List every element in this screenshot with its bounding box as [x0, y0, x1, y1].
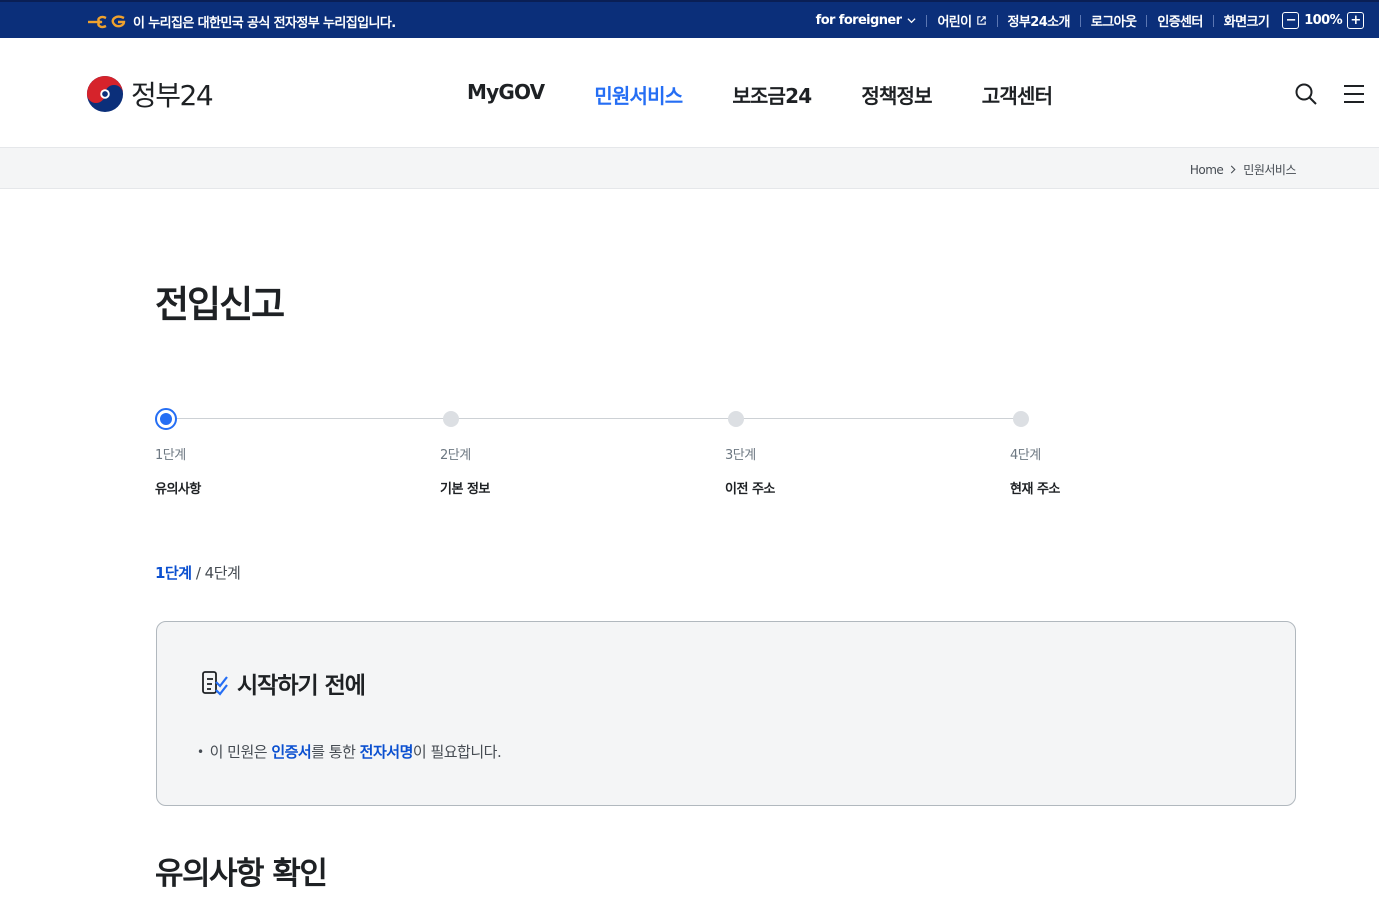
breadcrumb-current[interactable]: 민원서비스 — [1243, 161, 1296, 178]
step-name: 현재 주소 — [1010, 482, 1060, 497]
breadcrumb-bar: Home 민원서비스 — [0, 148, 1379, 189]
notice-item: • 이 민원은 인증서 를 통한 전자서명 이 필요합니다. — [197, 741, 502, 762]
divider — [926, 14, 928, 27]
breadcrumb: Home 민원서비스 — [1190, 161, 1297, 178]
step-number: 1단계 — [155, 448, 186, 463]
checklist-icon — [202, 671, 228, 696]
notice-text: 이 필요합니다. — [412, 743, 502, 761]
notice-text: 를 통한 — [311, 743, 360, 761]
for-foreigner-label: for foreigner — [815, 13, 902, 28]
main-nav: MyGOV 민원서비스 보조금24 정책정보 고객센터 — [467, 80, 1102, 109]
step-counter: 1단계 / 4단계 — [155, 562, 241, 583]
step-counter-separator: / — [195, 564, 201, 582]
external-link-icon — [976, 16, 986, 25]
screen-size-label: 화면크기 — [1223, 15, 1270, 30]
step-progress-line — [166, 418, 1019, 419]
step-dot — [1013, 411, 1029, 427]
step-number: 4단계 — [1010, 448, 1041, 463]
logout-link[interactable]: 로그아웃 — [1091, 11, 1137, 30]
bullet: • — [197, 744, 204, 759]
divider — [996, 14, 998, 27]
step-number: 2단계 — [440, 448, 471, 463]
notice-title: 시작하기 전에 — [237, 673, 366, 699]
divider — [1079, 14, 1081, 27]
nav-mygov[interactable]: MyGOV — [467, 80, 545, 109]
utility-menu: for foreigner 어린이 정부24소개 로그아웃 인증센터 화면크기 … — [816, 11, 1367, 30]
cert-center-link[interactable]: 인증센터 — [1157, 11, 1203, 30]
notice-header: 시작하기 전에 — [201, 666, 366, 700]
about-link[interactable]: 정부24소개 — [1008, 11, 1071, 30]
eg-mark-icon — [88, 14, 126, 28]
step-counter-total: 4단계 — [204, 564, 241, 582]
gov-banner: 이 누리집은 대한민국 공식 전자정부 누리집입니다. for foreigne… — [0, 0, 1379, 38]
step-name: 유의사항 — [155, 482, 201, 497]
notice-box: 시작하기 전에 • 이 민원은 인증서 를 통한 전자서명 이 필요합니다. — [156, 621, 1296, 806]
gov-notice-area: 이 누리집은 대한민국 공식 전자정부 누리집입니다. — [86, 12, 396, 31]
divider — [1212, 14, 1214, 27]
step-number: 3단계 — [725, 448, 756, 463]
search-icon[interactable] — [1294, 82, 1318, 106]
page-title: 전입신고 — [155, 283, 285, 326]
nav-civil-service[interactable]: 민원서비스 — [594, 80, 683, 109]
nav-customer-center[interactable]: 고객센터 — [982, 80, 1053, 109]
brand-logo[interactable]: 정부24 — [86, 74, 214, 114]
zoom-in-button[interactable]: + — [1347, 12, 1364, 29]
for-foreigner-dropdown[interactable]: for foreigner — [816, 13, 917, 28]
notice-highlight-e-signature: 전자서명 — [359, 743, 414, 761]
divider — [1146, 14, 1148, 27]
notice-text: 이 민원은 — [209, 743, 272, 761]
zoom-value: 100% — [1304, 13, 1342, 28]
step-name: 기본 정보 — [440, 482, 490, 497]
step-dot — [728, 411, 744, 427]
step-dot — [443, 411, 459, 427]
gov-notice-text: 이 누리집은 대한민국 공식 전자정부 누리집입니다. — [133, 16, 396, 31]
taegeuk-emblem-icon — [86, 75, 124, 113]
kids-label: 어린이 — [937, 15, 972, 30]
chevron-down-icon — [907, 18, 916, 24]
site-header: 정부24 MyGOV 민원서비스 보조금24 정책정보 고객센터 — [0, 38, 1379, 148]
zoom-out-button[interactable]: − — [1282, 12, 1300, 29]
step-name: 이전 주소 — [725, 482, 775, 497]
hamburger-menu-icon[interactable] — [1342, 82, 1366, 106]
nav-policy-info[interactable]: 정책정보 — [861, 80, 932, 109]
brand-name: 정부24 — [131, 79, 214, 112]
notice-highlight-certificate: 인증서 — [271, 743, 312, 761]
kids-link[interactable]: 어린이 — [937, 11, 986, 30]
chevron-right-icon — [1231, 165, 1236, 174]
nav-subsidy24[interactable]: 보조금24 — [732, 80, 812, 109]
section-title: 유의사항 확인 — [155, 856, 328, 892]
step-indicator: 1단계 유의사항 2단계 기본 정보 3단계 이전 주소 4단계 현재 주소 — [155, 408, 1060, 508]
step-dot-current — [155, 408, 177, 430]
step-counter-current: 1단계 — [155, 564, 192, 582]
breadcrumb-home[interactable]: Home — [1190, 163, 1224, 177]
